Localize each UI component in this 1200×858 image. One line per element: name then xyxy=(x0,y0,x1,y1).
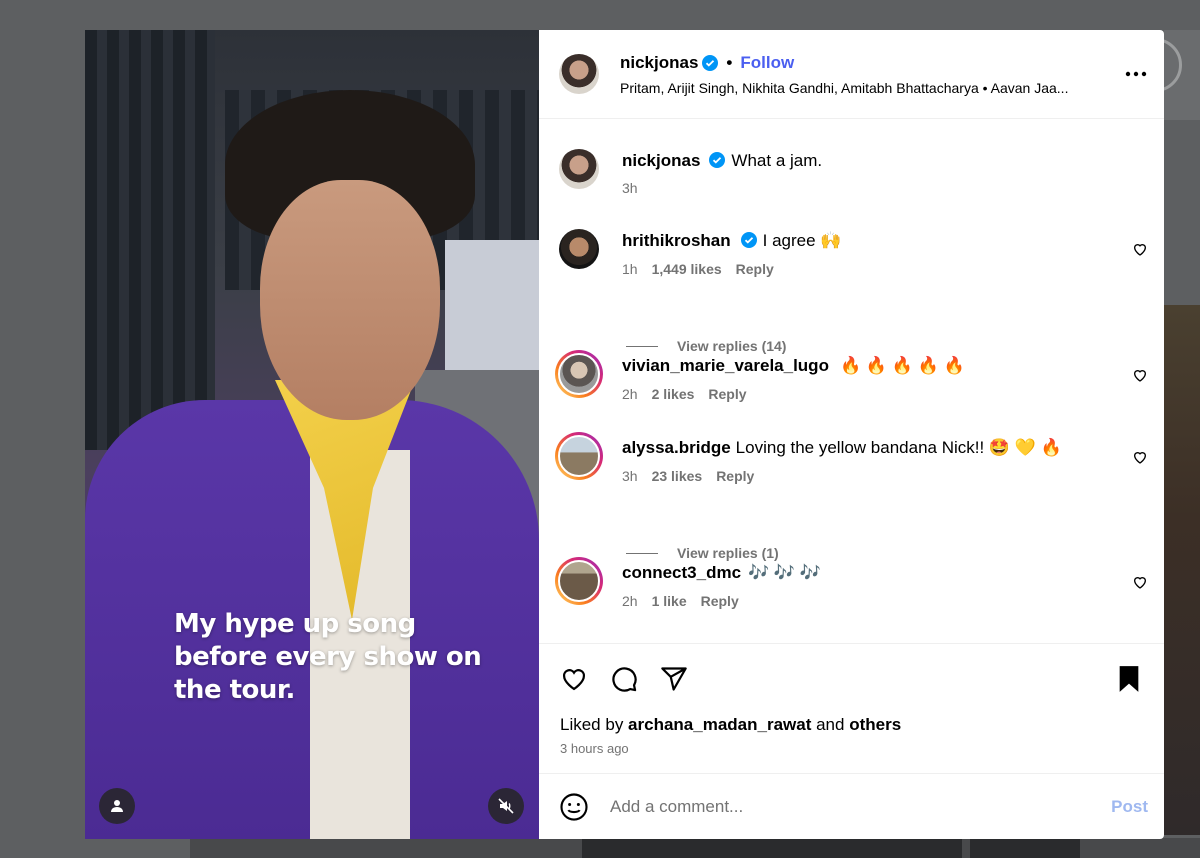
emoji-icon[interactable] xyxy=(559,792,589,822)
bookmark-icon xyxy=(1119,666,1139,692)
reply-thread-line xyxy=(626,345,658,347)
comment-time: 2h xyxy=(622,386,638,402)
tagged-users-button[interactable] xyxy=(99,788,135,824)
heart-icon[interactable] xyxy=(1132,241,1148,257)
video-subject-face xyxy=(260,180,440,420)
liked-by-user[interactable]: archana_madan_rawat xyxy=(628,715,811,734)
comment-text: 🎶 🎶 🎶 xyxy=(748,563,821,582)
share-icon xyxy=(661,667,687,691)
more-options-icon xyxy=(1125,71,1147,77)
liked-by-others[interactable]: others xyxy=(849,715,901,734)
background-thumbnail xyxy=(1164,305,1200,835)
video-overlay-caption: My hype up song before every show on the… xyxy=(174,609,482,705)
share-button[interactable] xyxy=(659,664,689,694)
commenter-avatar[interactable] xyxy=(559,229,599,269)
comment-row: vivian_marie_varela_lugo 🔥 🔥 🔥 🔥 🔥 2h 2 l… xyxy=(555,350,1148,402)
comment-icon xyxy=(612,667,637,692)
heart-icon xyxy=(562,669,586,691)
comments-list[interactable]: nickjonas What a jam. 3h hrithikroshan I a… xyxy=(539,119,1164,643)
heart-icon[interactable] xyxy=(1132,449,1148,465)
caption-time: 3h xyxy=(622,180,638,196)
comment-input[interactable] xyxy=(610,796,1112,817)
caption-text: What a jam. xyxy=(731,151,823,170)
comment-username[interactable]: vivian_marie_varela_lugo xyxy=(622,356,829,375)
post-actions: Liked by archana_madan_rawat and others … xyxy=(539,643,1164,773)
post-details-panel: nickjonas • Follow Pritam, Arijit Singh,… xyxy=(539,30,1164,839)
separator-dot: • xyxy=(726,53,733,72)
comment-reply-button[interactable]: Reply xyxy=(736,261,774,277)
reply-thread-line xyxy=(626,552,658,554)
commenter-avatar[interactable] xyxy=(555,350,603,398)
more-options-button[interactable] xyxy=(1124,62,1148,86)
comment-text: 🔥 🔥 🔥 🔥 🔥 xyxy=(839,356,965,375)
commenter-avatar[interactable] xyxy=(555,557,603,605)
heart-icon[interactable] xyxy=(1132,574,1148,590)
video-frame-background xyxy=(85,30,215,450)
liked-by: Liked by archana_madan_rawat and others xyxy=(560,715,901,735)
follow-button[interactable]: Follow xyxy=(740,53,794,73)
author-avatar[interactable] xyxy=(559,54,599,94)
video-frame-background xyxy=(445,240,539,390)
author-avatar[interactable] xyxy=(559,149,599,189)
comment-reply-button[interactable]: Reply xyxy=(716,468,754,484)
audio-attribution[interactable]: Pritam, Arijit Singh, Nikhita Gandhi, Am… xyxy=(620,80,1100,96)
comment-time: 1h xyxy=(622,261,638,277)
like-button[interactable] xyxy=(559,664,589,694)
verified-badge-icon xyxy=(709,152,726,168)
mute-toggle-button[interactable] xyxy=(488,788,524,824)
comment-time: 3h xyxy=(622,468,638,484)
comment-likes[interactable]: 2 likes xyxy=(652,386,695,402)
comment-reply-button[interactable]: Reply xyxy=(708,386,746,402)
comment-row: alyssa.bridge Loving the yellow bandana N… xyxy=(555,432,1148,484)
comment-text: I agree 🙌 xyxy=(762,231,842,250)
post-header: nickjonas • Follow Pritam, Arijit Singh,… xyxy=(539,30,1164,119)
caption-username[interactable]: nickjonas xyxy=(622,151,700,170)
comment-username[interactable]: connect3_dmc xyxy=(622,563,741,582)
add-comment-bar: Post xyxy=(539,773,1164,839)
background-thumbnail xyxy=(582,838,962,858)
commenter-avatar[interactable] xyxy=(555,432,603,480)
background-thumbnail xyxy=(970,838,1080,858)
comment-button[interactable] xyxy=(609,664,639,694)
muted-speaker-icon xyxy=(498,798,514,814)
comment-reply-button[interactable]: Reply xyxy=(701,593,739,609)
post-timestamp[interactable]: 3 hours ago xyxy=(560,741,629,756)
comment-likes[interactable]: 1,449 likes xyxy=(652,261,722,277)
comment-likes[interactable]: 1 like xyxy=(652,593,687,609)
post-modal: My hype up song before every show on the… xyxy=(85,30,1164,839)
author-username[interactable]: nickjonas xyxy=(620,53,698,73)
user-tag-icon xyxy=(111,800,123,812)
verified-badge-icon xyxy=(740,232,757,248)
post-video[interactable]: My hype up song before every show on the… xyxy=(85,30,539,839)
comment-text: Loving the yellow bandana Nick!! 🤩 💛 🔥 xyxy=(735,438,1062,457)
comment-row: connect3_dmc 🎶 🎶 🎶 2h 1 like Reply xyxy=(555,557,1148,609)
liked-by-and: and xyxy=(811,715,850,734)
liked-by-prefix: Liked by xyxy=(560,715,629,734)
heart-icon[interactable] xyxy=(1132,367,1148,383)
comment-likes[interactable]: 23 likes xyxy=(652,468,703,484)
post-comment-button[interactable]: Post xyxy=(1111,797,1148,817)
comment-username[interactable]: hrithikroshan xyxy=(622,231,731,250)
comment-time: 2h xyxy=(622,593,638,609)
comment-row: hrithikroshan I agree 🙌 1h 1,449 likes Re… xyxy=(559,229,1148,277)
caption-row: nickjonas What a jam. 3h xyxy=(559,149,1148,196)
comment-username[interactable]: alyssa.bridge xyxy=(622,438,731,457)
save-button[interactable] xyxy=(1114,664,1144,694)
verified-badge-icon xyxy=(702,55,719,71)
